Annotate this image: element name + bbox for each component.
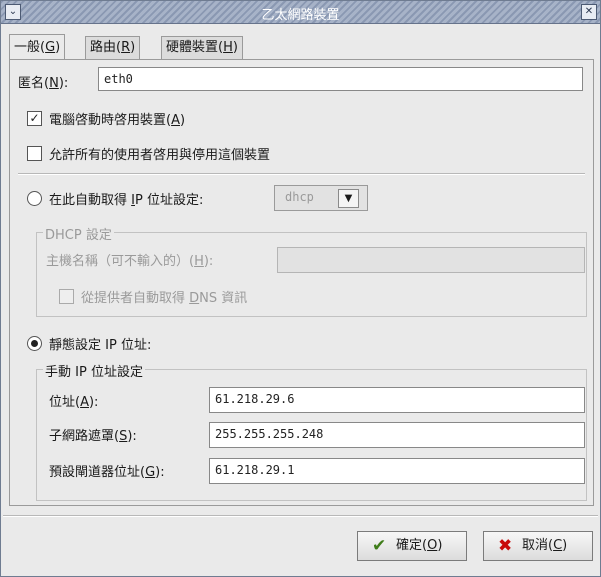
dhcp-settings-frame: DHCP 設定 主機名稱（可不輸入的）(H): 從提供者自動取得 DNS 資訊: [36, 224, 587, 317]
dns-from-provider-label: 從提供者自動取得 DNS 資訊: [81, 291, 248, 306]
window: ⌄ 乙太網路裝置 ✕ 一般(G) 路由(R) 硬體裝置(H) 匿名(N): et…: [0, 0, 601, 577]
separator: [18, 173, 585, 175]
button-separator: [3, 515, 598, 517]
manual-ip-title: 手動 IP 位址設定: [43, 361, 145, 380]
dhcp-method-value: dhcp: [285, 190, 314, 204]
netmask-field[interactable]: 255.255.255.248: [209, 422, 585, 448]
netmask-label: 子網路遮罩(S):: [49, 429, 137, 444]
hostname-label: 主機名稱（可不輸入的）(H):: [46, 254, 214, 269]
tab-hardware[interactable]: 硬體裝置(H): [161, 36, 243, 59]
dns-from-provider-checkbox[interactable]: [59, 289, 74, 304]
allow-users-label: 允許所有的使用者啓用與停用這個裝置: [49, 148, 271, 163]
cancel-button[interactable]: ✖ 取消(C): [483, 531, 593, 561]
radio-selected-dot: [31, 340, 38, 347]
gateway-label: 預設閘道器位址(G):: [49, 465, 165, 480]
cancel-button-label: 取消(C): [522, 538, 568, 553]
manual-ip-frame: 手動 IP 位址設定 位址(A): 61.218.29.6 子網路遮罩(S): …: [36, 361, 587, 501]
tab-routing[interactable]: 路由(R): [85, 36, 141, 59]
nickname-field[interactable]: eth0: [98, 67, 583, 91]
dhcp-settings-title: DHCP 設定: [43, 224, 114, 243]
activate-on-boot-checkbox[interactable]: ✓: [27, 111, 42, 126]
dhcp-method-select[interactable]: dhcp ▼: [274, 185, 368, 211]
chevron-down-icon: ▼: [338, 189, 359, 208]
hostname-field[interactable]: [277, 247, 585, 273]
ok-button[interactable]: ✔ 確定(O): [357, 531, 467, 561]
title-bar[interactable]: ⌄ 乙太網路裝置 ✕: [1, 1, 600, 24]
tab-general[interactable]: 一般(G): [9, 34, 66, 59]
static-ip-label: 靜態設定 IP 位址:: [49, 338, 152, 353]
activate-on-boot-label: 電腦啓動時啓用裝置(A): [49, 113, 186, 128]
nickname-label: 匿名(N):: [18, 76, 69, 91]
allow-users-checkbox[interactable]: [27, 146, 42, 161]
check-icon: ✔: [372, 536, 387, 556]
ok-button-label: 確定(O): [396, 538, 443, 553]
close-icon: ✕: [584, 6, 594, 17]
address-field[interactable]: 61.218.29.6: [209, 387, 585, 413]
close-button[interactable]: ✕: [581, 4, 597, 20]
address-label: 位址(A):: [49, 395, 99, 410]
auto-ip-label: 在此自動取得 IP 位址設定:: [49, 193, 204, 208]
auto-ip-radio[interactable]: [27, 191, 42, 206]
window-title: 乙太網路裝置: [261, 8, 340, 23]
general-panel: 匿名(N): eth0 ✓ 電腦啓動時啓用裝置(A) 允許所有的使用者啓用與停用…: [9, 59, 594, 506]
static-ip-radio[interactable]: [27, 336, 42, 351]
gateway-field[interactable]: 61.218.29.1: [209, 458, 585, 484]
x-icon: ✖: [498, 536, 513, 556]
